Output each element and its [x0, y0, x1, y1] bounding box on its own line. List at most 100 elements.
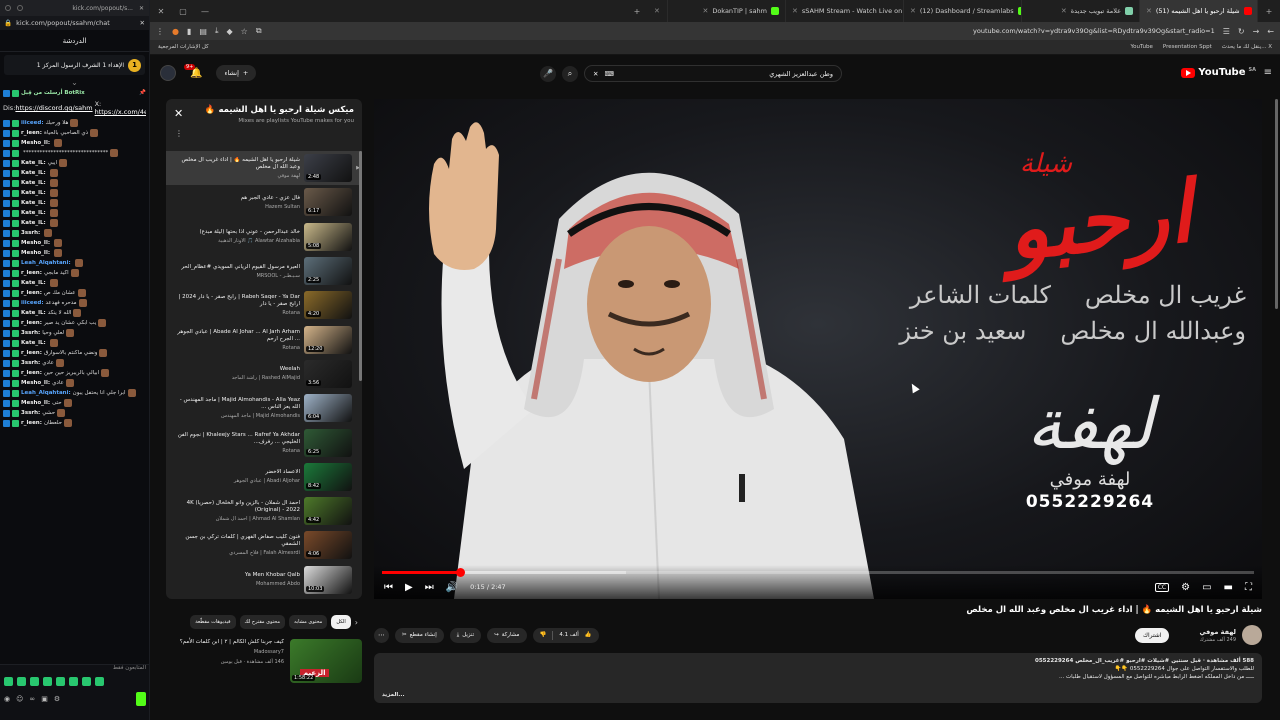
- bookmark-item[interactable]: ينقل لك ما يحدث... X: [1222, 44, 1272, 50]
- browser-tab[interactable]: ✕ علامة تبويب جديدة: [1022, 0, 1140, 22]
- play-icon[interactable]: ▶: [405, 582, 413, 593]
- gear-icon[interactable]: ⚙: [54, 695, 60, 703]
- fullscreen-icon[interactable]: ⛶: [1245, 582, 1252, 593]
- playlist-item[interactable]: فنون كليب صفاض الفهري | كلمات تركي بن جس…: [166, 528, 362, 562]
- browser-tab[interactable]: ✕ (12) Dashboard / Streamlabs: [904, 0, 1022, 22]
- miniplayer-icon[interactable]: ▭: [1202, 582, 1211, 593]
- chat-username[interactable]: Kate_lL:: [21, 210, 46, 217]
- playlist-item[interactable]: ...: [166, 597, 362, 599]
- download-button[interactable]: ⤓ تنزيل: [449, 627, 482, 643]
- playlist-item[interactable]: الاعساد الاخضر Abadi Aljohar | عبادي الجو…: [166, 460, 362, 494]
- chat-username[interactable]: Leah_Alqahtani:: [21, 260, 71, 267]
- playlist-item[interactable]: العيرة مرسول القيوم الرياني السويدي #عظا…: [166, 254, 362, 288]
- window-control-icon[interactable]: [17, 5, 23, 11]
- next-icon[interactable]: ⏭: [425, 582, 434, 593]
- keyboard-icon[interactable]: ⌨: [604, 70, 613, 78]
- playlist-item[interactable]: Weelah Rashed AlMajid | راشد الماجد 3:56: [166, 357, 362, 391]
- playlist-title[interactable]: ميكس شيلة ارحبو يا اهل الشيمه 🔥: [174, 105, 354, 115]
- channel-name[interactable]: لهفة موفي: [1199, 628, 1236, 636]
- chat-username[interactable]: Kate_lL:: [21, 280, 46, 287]
- playlist-item[interactable]: Khaleejy Stars ... Rafref Ya Akhdar | نج…: [166, 425, 362, 459]
- bookmark-item[interactable]: Presentation Sppt: [1163, 44, 1212, 50]
- chat-username[interactable]: r_leen:: [21, 420, 42, 427]
- video-thumbnail[interactable]: 3:56: [304, 359, 352, 388]
- clear-icon[interactable]: ✕: [593, 70, 598, 78]
- chat-username[interactable]: Kate_lL:: [21, 180, 46, 187]
- extension-icon[interactable]: ◆: [227, 27, 233, 36]
- pin-icon[interactable]: 📌: [139, 90, 146, 97]
- sidebar-icon[interactable]: ▮: [187, 27, 191, 36]
- chat-username[interactable]: Mesho_Il:: [21, 380, 50, 387]
- back-icon[interactable]: ←: [1267, 27, 1274, 36]
- channel-name[interactable]: Madossary7: [180, 649, 284, 656]
- gear-icon[interactable]: ⚙: [1181, 582, 1190, 593]
- volume-icon[interactable]: 🔊: [446, 582, 458, 593]
- video-title[interactable]: كيف جربنا كلش الكالم | ٢ | ابن كلمات الأ…: [180, 639, 284, 646]
- chat-username[interactable]: 3ssrh:: [21, 230, 40, 237]
- chat-username[interactable]: Leah_Alqahtani:: [21, 390, 71, 397]
- chat-username[interactable]: Kate_lL:: [21, 190, 46, 197]
- video-thumbnail[interactable]: 10:03: [304, 565, 352, 594]
- chat-username[interactable]: Kate_lL:: [21, 170, 46, 177]
- window-control-icon[interactable]: ▢: [172, 7, 194, 16]
- seek-handle[interactable]: [456, 568, 466, 577]
- chat-username[interactable]: iiiceed:: [21, 120, 44, 127]
- playlist-item[interactable]: Rabeh Saqer - Ya Dar | رابح صقر - يا دار…: [166, 288, 362, 322]
- forward-icon[interactable]: →: [1253, 27, 1260, 36]
- browser-tab[interactable]: ✕: [648, 0, 668, 22]
- video-thumbnail[interactable]: 8:42: [304, 462, 352, 491]
- address-bar[interactable]: youtube.com/watch?v=ydtra9v39Og&list=RDy…: [973, 27, 1215, 35]
- close-tab-icon[interactable]: ✕: [910, 7, 916, 15]
- emoji-icon[interactable]: ☺: [16, 695, 23, 703]
- clip-button[interactable]: ✂ إنشاء مقطع: [395, 627, 444, 643]
- video-thumbnail[interactable]: 6:04: [304, 394, 352, 423]
- close-icon[interactable]: ✕: [140, 19, 145, 27]
- cast-icon[interactable]: ⧉: [256, 26, 262, 36]
- playlist-item[interactable]: Majid Almohandis - Alla Yeaz | ماجد المه…: [166, 391, 362, 425]
- channel-avatar[interactable]: [1242, 625, 1262, 645]
- browser-tab[interactable]: ✕ (51) شيلة ارحبو يا اهل الشيمه: [1140, 0, 1258, 22]
- chat-message-list[interactable]: أرسلت من قِبل BotRix 📌 Dis:https://disco…: [0, 88, 149, 428]
- previous-icon[interactable]: ⏮: [384, 582, 393, 593]
- dislike-icon[interactable]: 👎: [540, 632, 547, 638]
- filter-chip[interactable]: محتوى مقترح لك: [239, 615, 286, 629]
- downloads-icon[interactable]: ⤓: [215, 26, 219, 36]
- chevron-down-icon[interactable]: ⌄: [0, 78, 149, 88]
- star-icon[interactable]: ☆: [241, 27, 248, 36]
- mic-icon[interactable]: 🎤: [540, 65, 556, 82]
- extension-icon[interactable]: ▤: [199, 27, 207, 36]
- send-button[interactable]: [136, 692, 146, 706]
- subscribe-button[interactable]: اشتراك: [1135, 627, 1170, 643]
- chat-username[interactable]: r_leen:: [21, 350, 42, 357]
- youtube-logo[interactable]: YouTube SA: [1181, 67, 1256, 78]
- chat-username[interactable]: r_leen:: [21, 130, 42, 137]
- chat-username[interactable]: Kate_lL:: [21, 340, 46, 347]
- video-thumbnail[interactable]: 12:20: [304, 325, 352, 354]
- close-icon[interactable]: ✕: [174, 107, 183, 120]
- video-thumbnail[interactable]: 4:06: [304, 531, 352, 560]
- chat-username[interactable]: Kate_lL:: [21, 200, 46, 207]
- hamburger-menu-icon[interactable]: ≡: [1264, 67, 1272, 78]
- tune-icon[interactable]: ☰: [1223, 27, 1230, 36]
- notifications-icon[interactable]: 🔔 9+: [184, 63, 202, 79]
- video-thumbnail[interactable]: 2:25: [304, 257, 352, 286]
- window-control-icon[interactable]: [5, 5, 11, 11]
- share-button[interactable]: ↪ مشاركة: [487, 627, 527, 643]
- seek-bar[interactable]: [382, 568, 1254, 577]
- scrollbar[interactable]: [1275, 99, 1278, 309]
- close-icon[interactable]: ✕: [139, 5, 144, 12]
- chat-username[interactable]: Mesho_Il:: [21, 140, 50, 147]
- recommended-video[interactable]: الزعيم 1:58:22 كيف جربنا كلش الكالم | ٢ …: [166, 639, 362, 683]
- reload-icon[interactable]: ↻: [1238, 27, 1245, 36]
- video-thumbnail[interactable]: 6:25: [304, 428, 352, 457]
- playlist-item[interactable]: Abade Al Johar ... Al Jarh Arham | عبادي…: [166, 322, 362, 356]
- close-icon[interactable]: ✕: [150, 7, 172, 16]
- like-icon[interactable]: 👍: [585, 632, 592, 638]
- playlist-item[interactable]: فال عزي - عادي الجبر هم Hazem Sultan 6:17: [166, 185, 362, 219]
- chat-username[interactable]: r_leen:: [21, 270, 42, 277]
- filter-chip[interactable]: فيديوهات مقطّعة: [190, 615, 236, 629]
- chat-input-row[interactable]: ◉ ☺ ∞ ▣ ⚙: [0, 688, 149, 710]
- chat-username[interactable]: r_leen:: [21, 370, 42, 377]
- avatar[interactable]: [160, 65, 176, 81]
- emote-quickbar[interactable]: [0, 671, 149, 688]
